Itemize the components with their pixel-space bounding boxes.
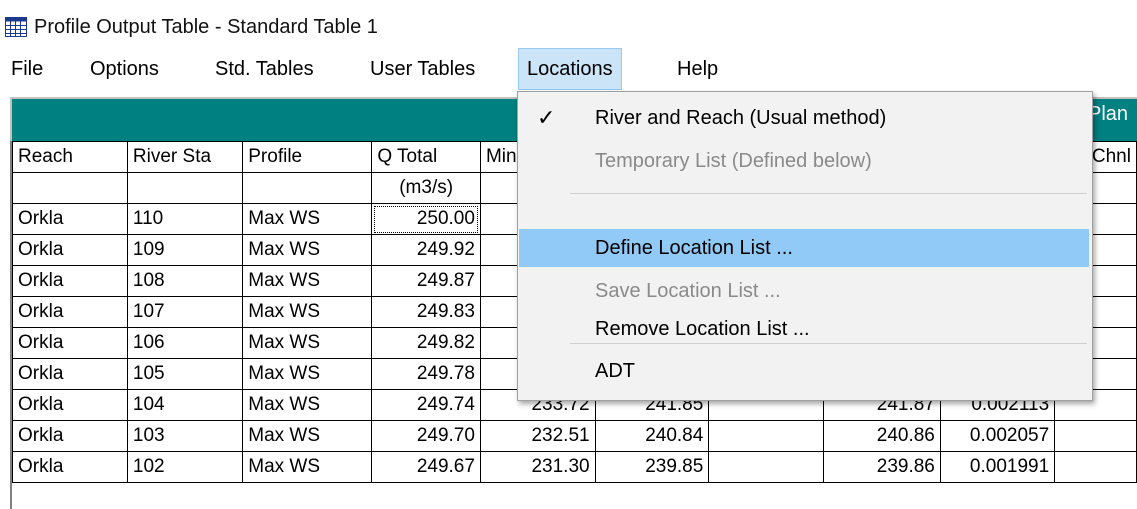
menuitem-adt[interactable]: ADT xyxy=(519,352,1089,390)
menu-separator xyxy=(570,193,1087,194)
table-cell[interactable]: 239.86 xyxy=(823,451,941,483)
table-cell[interactable]: 249.70 xyxy=(371,420,481,452)
table-cell: Reach xyxy=(12,141,128,173)
table-cell[interactable]: 106 xyxy=(126,327,244,359)
table-cell[interactable]: Max WS xyxy=(242,327,373,359)
table-cell[interactable]: Max WS xyxy=(242,389,373,421)
menuitem-temporary-list[interactable]: Temporary List (Defined below) xyxy=(519,142,1089,180)
table-cell[interactable]: 0.001991 xyxy=(939,451,1056,483)
table-cell[interactable]: Max WS xyxy=(242,451,373,483)
locations-dropdown: ✓ River and Reach (Usual method) Tempora… xyxy=(517,91,1093,401)
table-cell: River Sta xyxy=(126,141,244,173)
table-grid-icon xyxy=(5,17,27,37)
table-cell[interactable]: 105 xyxy=(126,358,244,390)
table-cell[interactable]: Orkla xyxy=(12,420,128,452)
plan-label: Plan xyxy=(1088,103,1129,125)
checkmark-icon: ✓ xyxy=(537,105,556,130)
menu-user-tables[interactable]: User Tables xyxy=(362,48,483,90)
table-cell[interactable]: 103 xyxy=(126,420,244,452)
table-cell[interactable]: 249.83 xyxy=(371,296,481,328)
table-cell[interactable]: Orkla xyxy=(12,265,128,297)
table-cell[interactable]: 232.51 xyxy=(479,420,596,452)
table-cell[interactable]: 240.86 xyxy=(823,420,941,452)
menuitem-label: River and Reach (Usual method) xyxy=(595,107,887,129)
menu-options[interactable]: Options xyxy=(82,48,167,90)
menuitem-define-location-list[interactable]: Define Location List ... xyxy=(519,229,1089,267)
menuitem-label: Remove Location List ... xyxy=(595,318,810,340)
table-cell xyxy=(12,172,128,204)
table-cell[interactable]: Orkla xyxy=(12,327,128,359)
menu-bar: File Options Std. Tables User Tables Loc… xyxy=(0,48,1137,92)
table-cell[interactable]: 104 xyxy=(126,389,244,421)
menuitem-label: ADT xyxy=(595,360,635,382)
menu-locations[interactable]: Locations xyxy=(518,48,622,90)
table-cell[interactable]: Max WS xyxy=(242,358,373,390)
table-cell[interactable]: Orkla xyxy=(12,389,128,421)
table-cell[interactable]: Orkla xyxy=(12,358,128,390)
menuitem-label: Save Location List ... xyxy=(595,280,781,302)
table-cell[interactable]: 240.84 xyxy=(594,420,710,452)
window-title: Profile Output Table - Standard Table 1 xyxy=(34,16,378,38)
table-cell[interactable]: Max WS xyxy=(242,234,373,266)
menu-std-tables[interactable]: Std. Tables xyxy=(207,48,322,90)
table-cell[interactable]: Orkla xyxy=(12,296,128,328)
table-cell[interactable]: Orkla xyxy=(12,203,128,235)
table-cell[interactable]: 249.78 xyxy=(371,358,481,390)
menu-separator xyxy=(570,343,1087,344)
table-cell[interactable]: Orkla xyxy=(12,451,128,483)
table-cell[interactable]: 239.85 xyxy=(594,451,710,483)
menu-help[interactable]: Help xyxy=(669,48,726,90)
table-cell[interactable]: 0.002057 xyxy=(939,420,1056,452)
table-cell[interactable]: 249.82 xyxy=(371,327,481,359)
menu-file[interactable]: File xyxy=(3,48,51,90)
table-cell: Profile xyxy=(242,141,373,173)
table-cell[interactable]: 249.67 xyxy=(371,451,481,483)
menuitem-river-and-reach[interactable]: ✓ River and Reach (Usual method) xyxy=(519,99,1089,137)
title-bar: Profile Output Table - Standard Table 1 xyxy=(0,0,1137,48)
table-cell[interactable]: Max WS xyxy=(242,420,373,452)
menuitem-save-location-list[interactable]: Save Location List ... xyxy=(519,272,1089,310)
table-cell[interactable]: 249.87 xyxy=(371,265,481,297)
table-cell[interactable]: 249.74 xyxy=(371,389,481,421)
table-row: Orkla 103 Max WS 249.70 232.51 240.84 240.86 0.… xyxy=(12,420,1137,452)
table-cell[interactable]: 108 xyxy=(126,265,244,297)
table-cell[interactable] xyxy=(708,420,825,452)
table-cell[interactable] xyxy=(1054,420,1137,452)
menuitem-label: Define Location List ... xyxy=(595,237,793,259)
table-cell[interactable]: Orkla xyxy=(12,234,128,266)
table-cell[interactable]: 249.92 xyxy=(371,234,481,266)
table-cell[interactable]: Max WS xyxy=(242,203,373,235)
table-cell[interactable]: 102 xyxy=(126,451,244,483)
table-cell[interactable]: Max WS xyxy=(242,265,373,297)
table-cell xyxy=(242,172,373,204)
table-cell[interactable]: Max WS xyxy=(242,296,373,328)
table-cell: Q Total xyxy=(371,141,481,173)
table-cell[interactable]: 107 xyxy=(126,296,244,328)
table-cell[interactable]: 250.00 xyxy=(371,203,481,235)
table-row: Orkla 102 Max WS 249.67 231.30 239.85 239.86 0.… xyxy=(12,451,1137,483)
table-cell: (m3/s) xyxy=(371,172,481,204)
menuitem-label: Temporary List (Defined below) xyxy=(595,150,872,172)
table-cell[interactable]: 110 xyxy=(126,203,244,235)
table-cell[interactable] xyxy=(708,451,825,483)
table-cell[interactable] xyxy=(1054,451,1137,483)
table-cell xyxy=(126,172,244,204)
table-cell[interactable]: 231.30 xyxy=(479,451,596,483)
table-cell[interactable]: 109 xyxy=(126,234,244,266)
